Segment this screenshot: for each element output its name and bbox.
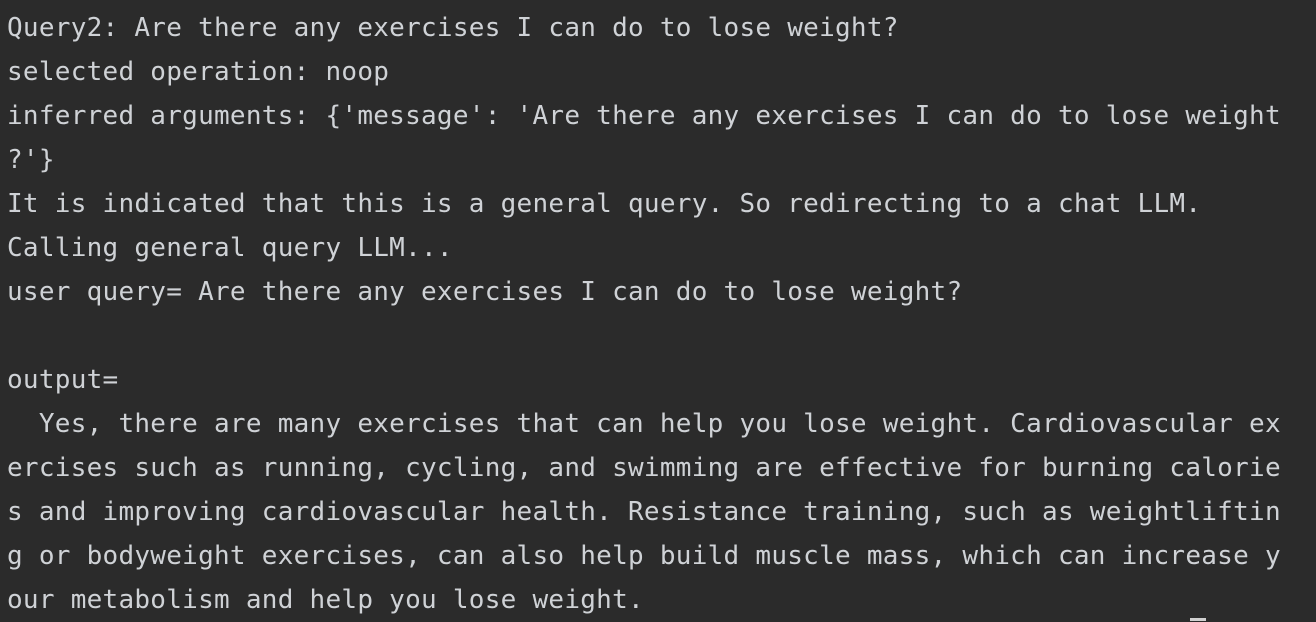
console-line-output-5: our metabolism and help you lose weight. — [7, 585, 644, 615]
console-line-output-1: Yes, there are many exercises that can h… — [7, 409, 1281, 439]
console-line-output-3: s and improving cardiovascular health. R… — [7, 497, 1281, 527]
console-output[interactable]: Query2: Are there any exercises I can do… — [0, 0, 1316, 622]
console-line-output-4: g or bodyweight exercises, can also help… — [7, 541, 1281, 571]
console-line-query: Query2: Are there any exercises I can do… — [7, 13, 899, 43]
text-cursor — [1190, 618, 1206, 621]
console-line-inferred-arguments: inferred arguments: {'message': 'Are the… — [7, 101, 1281, 131]
console-line-calling-llm: Calling general query LLM... — [7, 233, 453, 263]
console-line-output-label: output= — [7, 365, 119, 395]
console-line-user-query: user query= Are there any exercises I ca… — [7, 277, 963, 307]
console-line-general-query-notice: It is indicated that this is a general q… — [7, 189, 1202, 219]
console-line-output-2: ercises such as running, cycling, and sw… — [7, 453, 1281, 483]
console-line-inferred-arguments-wrap: ?'} — [7, 145, 55, 175]
console-line-selected-operation: selected operation: noop — [7, 57, 390, 87]
